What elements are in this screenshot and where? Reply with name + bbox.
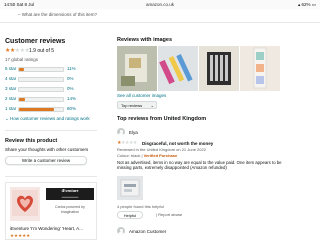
histogram-row-2-star[interactable]: 2 star 14% [5,96,85,103]
histogram-label: 4 star [5,76,17,81]
histogram-row-4-star[interactable]: 4 star 0% [5,76,85,83]
histogram-label: 2 star [5,96,17,101]
status-bar: 14:50 Sat 8 Jul amazon.co.uk ▴ 62% ▭ [0,0,320,9]
global-ratings-count: 17 global ratings [5,57,39,62]
sponsored-ad[interactable]: iEventure ━━━━━━━━━━━ Carlos powered by i… [5,182,97,240]
helpful-button[interactable]: Helpful [117,211,143,219]
histogram-bar [18,97,64,102]
share-thoughts-text: Share your thoughts with other customers [5,147,89,152]
average-rating-text: 1.9 out of 5 [29,48,55,54]
chevron-down-icon: ⌄ [5,116,9,121]
ad-caption: Carlos powered by imagination [55,205,85,214]
review-image-thumbnail[interactable] [117,46,157,91]
histogram-fill [19,68,24,71]
histogram-percent: 11% [67,66,76,71]
histogram-fill [19,108,55,111]
review-product-title: Review this product [5,138,58,144]
histogram-label: 3 star [5,86,17,91]
histogram-row-1-star[interactable]: 1 star 80% [5,106,85,113]
ad-brand-logo: iEventure ━━━━━━━━━━━ [46,188,94,200]
histogram-bar [18,67,64,72]
histogram-bar [18,77,64,82]
histogram-percent: 0% [67,86,74,91]
verified-purchase-badge: Verified Purchase [143,153,178,158]
report-abuse-link[interactable]: | Report abuse [156,212,182,217]
divider [0,22,320,23]
histogram-percent: 14% [67,96,77,101]
chevron-down-icon: ⌄ [150,103,154,108]
review-image-thumbnail[interactable] [199,46,239,91]
histogram-row-3-star[interactable]: 3 star 0% [5,86,85,93]
ad-product-image[interactable] [10,187,40,221]
customer-reviews-title: Customer reviews [5,38,66,45]
review-photo[interactable] [117,176,143,200]
avatar [117,227,125,235]
histogram-row-5-star[interactable]: 5 star 11% [5,66,85,73]
review-body: Not as advertised, items in no way are e… [117,160,282,171]
sort-reviews-dropdown[interactable]: Top reviews ⌄ [117,101,157,109]
histogram-percent: 80% [67,106,77,111]
divider [5,130,97,131]
histogram-bar [18,87,64,92]
status-battery: ▴ 62% ▭ [297,2,316,7]
address-bar-url[interactable]: amazon.co.uk [0,2,320,7]
review-image-thumbnail[interactable] [158,46,198,91]
average-rating-stars: ★★★★★ [5,48,30,54]
review-colour: Colour: black [117,153,141,158]
ad-rating-stars: ★★★★★ [10,233,31,238]
review-headline[interactable]: Disgraceful, not worth the money [142,141,213,146]
histogram-percent: 0% [67,76,74,81]
how-reviews-work-link[interactable]: ⌄ How customer reviews and ratings work [5,116,90,122]
review-image-thumbnail[interactable] [240,46,280,91]
qa-question[interactable]: – What are the dimensions of this item? [18,12,97,17]
see-all-customer-images-link[interactable]: See all customer images [117,93,166,98]
histogram-fill [19,98,26,101]
histogram-bar [18,107,64,112]
review-rating-stars: ★★★★★ [117,140,137,146]
reviews-with-images-title: Reviews with images [117,37,173,43]
reviewer-name[interactable]: Amazon Customer [129,229,166,234]
ad-product-title[interactable]: iEventure 'I'm Wondering' 'Heart, A... [10,226,96,231]
review-date: Reviewed in the United Kingdom on 21 Jun… [117,147,206,152]
reviewer-name[interactable]: Elya [129,130,138,135]
histogram-label: 1 star [5,106,17,111]
avatar [117,128,125,136]
helpful-count: 4 people found this helpful [117,204,164,209]
top-reviews-title: Top reviews from United Kingdom [117,116,207,122]
review-meta: Colour: black | Verified Purchase [117,153,178,158]
write-review-button[interactable]: Write a customer review [5,156,87,165]
divider [5,176,97,177]
histogram-label: 5 star [5,66,17,71]
